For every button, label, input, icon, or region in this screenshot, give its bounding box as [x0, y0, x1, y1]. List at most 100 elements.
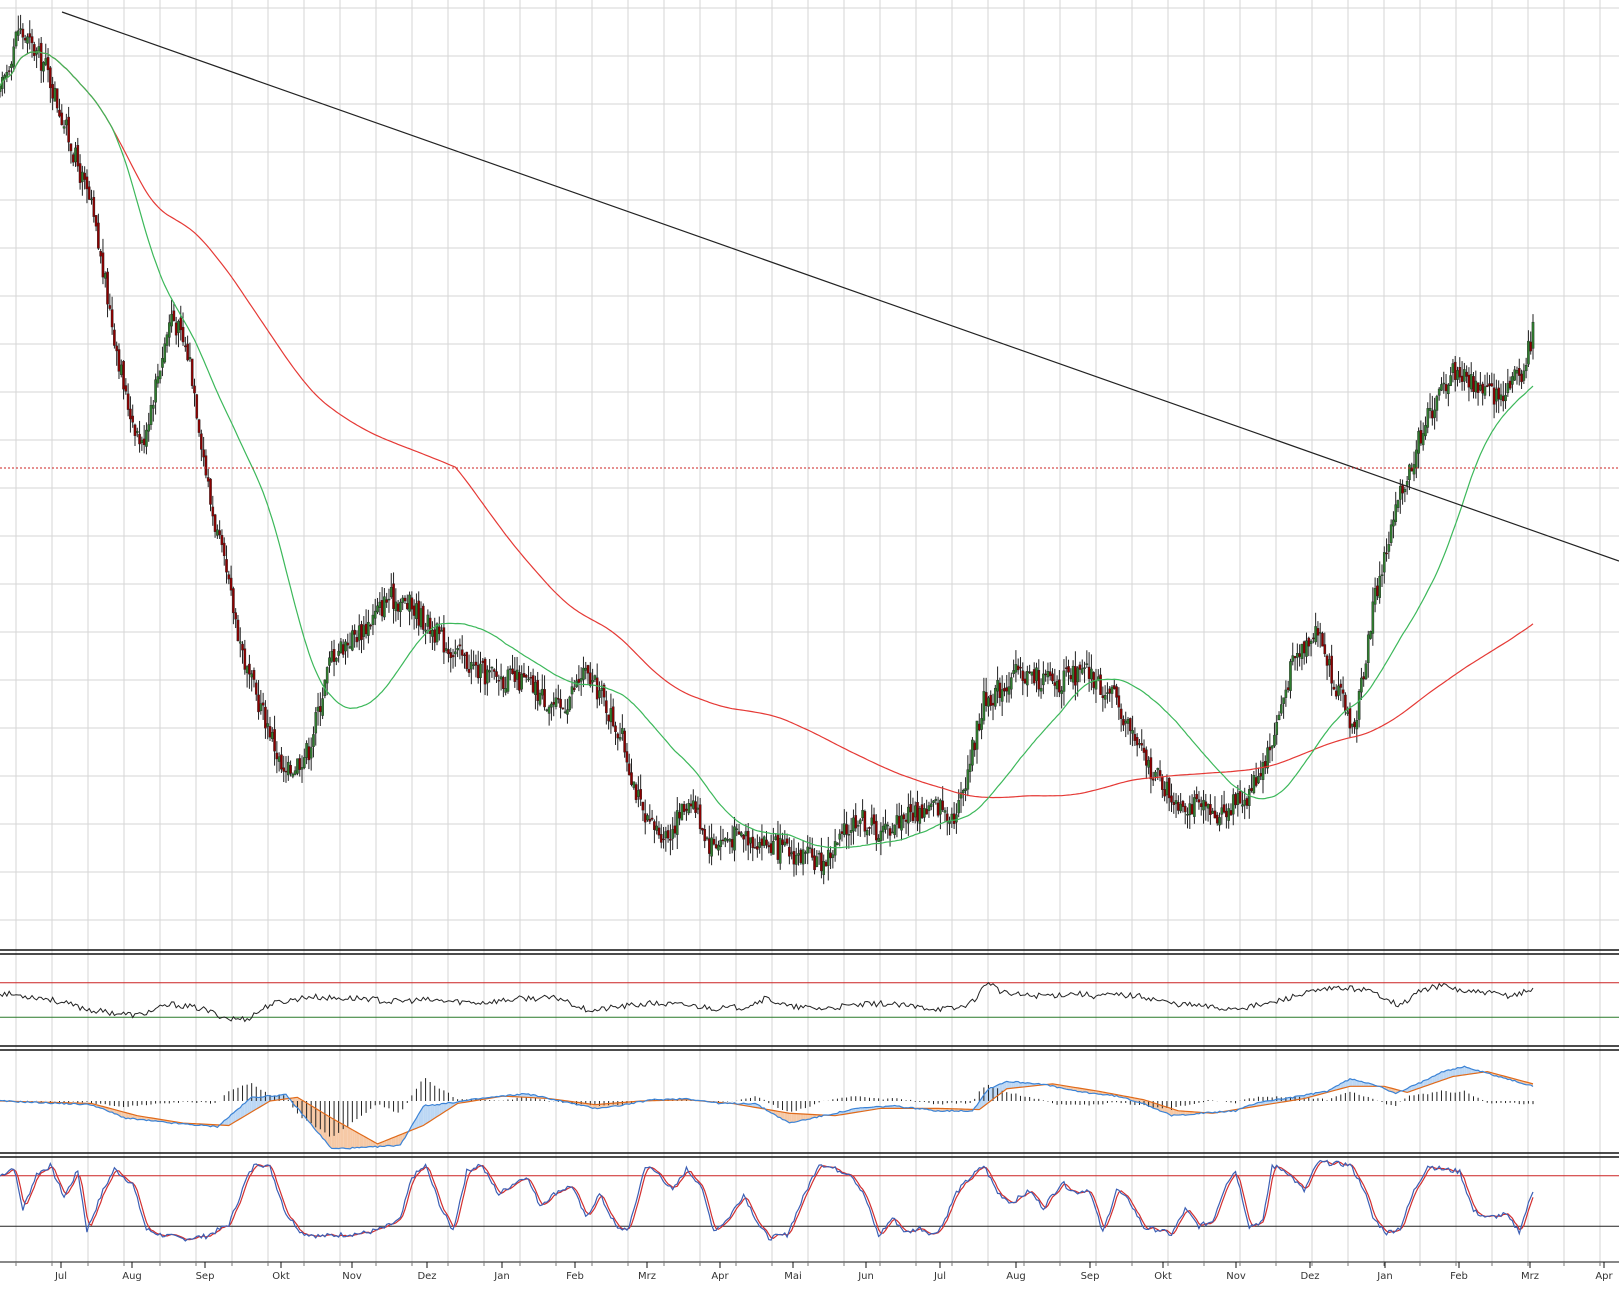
candle-body: [365, 624, 367, 634]
macd-fill: [1011, 1082, 1013, 1088]
candle-body: [331, 651, 333, 661]
candle-body: [1278, 715, 1280, 720]
candle-body: [278, 757, 280, 762]
candle-body: [392, 584, 394, 609]
candle-body: [1193, 797, 1195, 816]
candle-body: [731, 839, 733, 847]
candle-body: [976, 721, 978, 749]
candle-body: [656, 826, 658, 831]
candle-body: [45, 58, 47, 64]
candle-body: [358, 626, 360, 641]
candle-body: [1463, 369, 1465, 381]
candle-body: [372, 615, 374, 625]
candle-body: [1422, 433, 1424, 445]
x-tick-label: Dez: [1300, 1271, 1319, 1282]
candle-body: [1122, 719, 1124, 725]
candle-body: [1335, 691, 1337, 696]
candle-body: [845, 824, 847, 834]
candle-body: [813, 856, 815, 870]
candle-body: [399, 602, 401, 612]
candle-body: [65, 120, 67, 125]
candle-body: [223, 543, 225, 556]
candle-body: [306, 743, 308, 757]
candle-body: [1191, 804, 1193, 814]
candle-body: [1035, 668, 1037, 681]
candle-body: [1113, 685, 1115, 688]
candle-body: [1349, 708, 1351, 728]
candle-body: [1379, 576, 1381, 597]
candle-body: [1070, 675, 1072, 679]
candle-body: [722, 840, 724, 841]
candle-body: [1266, 748, 1268, 768]
candle-body: [626, 751, 628, 762]
candle-body: [873, 815, 875, 824]
candle-body: [248, 664, 250, 674]
candle-body: [79, 163, 81, 182]
candle-body: [0, 86, 1, 92]
candle-body: [264, 707, 266, 728]
candle-body: [521, 674, 523, 689]
candle-body: [1486, 386, 1488, 387]
candle-body: [996, 680, 998, 691]
candle-body: [342, 644, 344, 654]
macd-fill: [357, 1132, 359, 1147]
candle-body: [775, 837, 777, 840]
candle-body: [1019, 667, 1021, 668]
candle-body: [1479, 385, 1481, 390]
candle-body: [1520, 374, 1522, 382]
candle-body: [251, 674, 253, 677]
candle-body: [669, 839, 671, 840]
candle-body: [1045, 674, 1047, 675]
candle-body: [894, 825, 896, 835]
x-tick-label: Jun: [857, 1271, 874, 1282]
candle-body: [832, 855, 834, 858]
candle-body: [585, 668, 587, 670]
candle-body: [953, 814, 955, 824]
candle-body: [1395, 505, 1397, 522]
candle-body: [923, 808, 925, 817]
candle-body: [1488, 384, 1490, 386]
candle-body: [17, 31, 19, 36]
candle-body: [594, 676, 596, 680]
candle-body: [1415, 450, 1417, 468]
candle-body: [955, 815, 957, 822]
candle-body: [1301, 644, 1303, 659]
candle-body: [1285, 690, 1287, 698]
candle-body: [413, 606, 415, 616]
candle-body: [1445, 384, 1447, 391]
candle-body: [56, 89, 58, 108]
candle-body: [1381, 575, 1383, 576]
candle-body: [511, 669, 513, 674]
candle-body: [308, 747, 310, 760]
candle-body: [717, 845, 719, 850]
candle-body: [285, 771, 287, 772]
candle-body: [1351, 724, 1353, 726]
candle-body: [402, 598, 404, 603]
candle-body: [994, 688, 996, 706]
candle-body: [1003, 688, 1005, 691]
candle-body: [527, 679, 529, 680]
candle-body: [619, 737, 621, 739]
candle-body: [1443, 383, 1445, 384]
candle-body: [1367, 635, 1369, 663]
candle-body: [816, 857, 818, 867]
candle-body: [47, 57, 49, 70]
macd-fill: [352, 1130, 354, 1148]
candle-body: [507, 670, 509, 692]
candle-body: [710, 838, 712, 856]
candle-body: [1404, 489, 1406, 492]
x-tick-label: Dez: [417, 1271, 436, 1282]
candle-body: [8, 71, 10, 72]
candle-body: [951, 814, 953, 821]
candle-body: [203, 450, 205, 457]
x-tick-label: Aug: [122, 1271, 142, 1282]
candle-body: [1504, 395, 1506, 401]
candle-body: [1257, 776, 1259, 783]
candle-body: [592, 680, 594, 682]
candle-body: [81, 172, 83, 182]
candle-body: [10, 64, 12, 68]
candle-body: [1212, 811, 1214, 813]
candle-body: [479, 664, 481, 678]
candle-body: [390, 587, 392, 597]
candle-body: [1376, 586, 1378, 596]
